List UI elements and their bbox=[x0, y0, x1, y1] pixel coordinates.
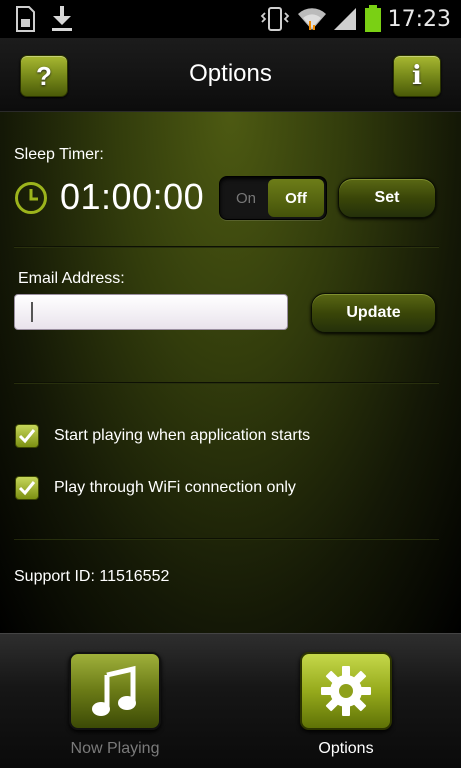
info-icon: i bbox=[412, 61, 422, 91]
email-label: Email Address: bbox=[18, 270, 125, 287]
checkmark-icon bbox=[18, 481, 36, 496]
update-button[interactable]: Update bbox=[311, 293, 436, 333]
divider bbox=[14, 538, 439, 540]
options-panel: Sleep Timer: 01:00:00 On Off Set Email A… bbox=[0, 112, 461, 633]
sleep-timer-label: Sleep Timer: bbox=[14, 146, 104, 163]
wifi-only-label[interactable]: Play through WiFi connection only bbox=[54, 479, 296, 497]
toggle-on-option[interactable]: On bbox=[220, 177, 272, 219]
tab-options-label: Options bbox=[318, 740, 374, 757]
autoplay-label[interactable]: Start playing when application starts bbox=[54, 427, 310, 445]
sleep-timer-toggle[interactable]: On Off bbox=[219, 176, 327, 220]
tab-now-playing-label: Now Playing bbox=[70, 740, 160, 757]
wifi-icon bbox=[296, 4, 328, 37]
autoplay-checkbox[interactable] bbox=[15, 424, 39, 448]
clock-icon bbox=[14, 181, 48, 215]
checkmark-icon bbox=[18, 429, 36, 444]
text-caret bbox=[31, 302, 33, 322]
battery-icon bbox=[364, 5, 382, 38]
signal-icon bbox=[332, 6, 358, 37]
wifi-only-checkbox[interactable] bbox=[15, 476, 39, 500]
vibrate-icon bbox=[260, 6, 290, 37]
sd-card-icon bbox=[14, 6, 36, 37]
gear-icon bbox=[321, 666, 371, 716]
divider bbox=[14, 382, 439, 384]
status-bar: 17:23 bbox=[0, 0, 461, 38]
status-time: 17:23 bbox=[387, 7, 451, 32]
tab-options[interactable] bbox=[300, 652, 392, 730]
music-note-icon bbox=[92, 665, 136, 716]
email-field[interactable] bbox=[14, 294, 288, 330]
support-id: Support ID: 11516552 bbox=[14, 568, 170, 585]
header: ? Options i bbox=[0, 38, 461, 112]
toggle-off-option[interactable]: Off bbox=[268, 179, 324, 217]
page-title: Options bbox=[189, 60, 272, 87]
divider bbox=[14, 246, 439, 248]
sleep-timer-value[interactable]: 01:00:00 bbox=[60, 176, 204, 218]
tab-now-playing[interactable] bbox=[69, 652, 161, 730]
bottom-tab-bar: Now Playing Options bbox=[0, 633, 461, 768]
download-icon bbox=[50, 4, 74, 37]
info-button[interactable]: i bbox=[393, 55, 441, 97]
set-button[interactable]: Set bbox=[338, 178, 436, 218]
